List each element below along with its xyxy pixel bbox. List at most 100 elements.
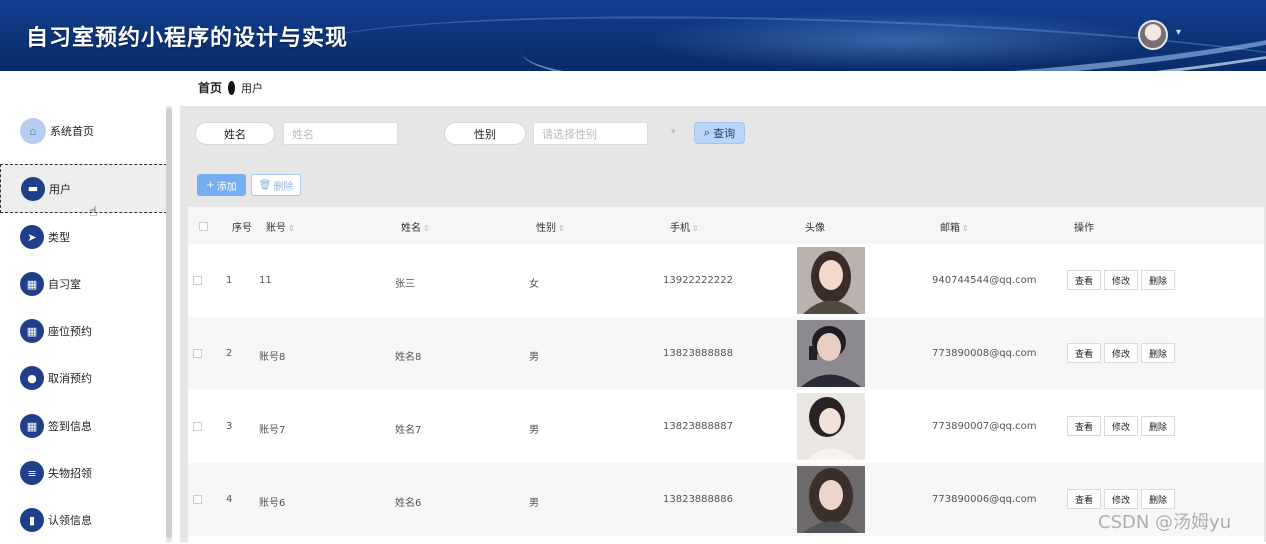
cell-index: 3	[226, 421, 233, 432]
delete-button[interactable]: 🗑 删除	[251, 174, 301, 196]
cell-email: 773890006@qq.com	[932, 494, 1037, 505]
user-avatar-photo	[797, 466, 865, 533]
column-header-phone[interactable]: 手机 ⇕	[670, 219, 699, 234]
main-content: 姓名 姓名 性别 请选择性别 ▾ ⌕ 查询 + 添加 🗑 删除 序号 账号 ⇕ 姓…	[180, 106, 1266, 542]
table-header: 序号 账号 ⇕ 姓名 ⇕ 性别 ⇕ 手机 ⇕ 头像 邮箱 ⇕ 操作	[188, 207, 1264, 244]
sidebar-item-claims[interactable]: ▮ 认领信息	[0, 496, 172, 544]
cell-name: 姓名8	[395, 352, 422, 363]
sidebar-item-lost-found[interactable]: ≡ 失物招领	[0, 449, 172, 497]
user-table: 序号 账号 ⇕ 姓名 ⇕ 性别 ⇕ 手机 ⇕ 头像 邮箱 ⇕ 操作 1 11 张三 女 1…	[188, 207, 1264, 542]
edit-button[interactable]: 修改	[1104, 343, 1138, 363]
user-avatar-photo	[797, 320, 865, 387]
column-header-name[interactable]: 姓名 ⇕	[401, 219, 430, 234]
user-avatar[interactable]	[1138, 20, 1168, 50]
column-label: 账号	[266, 223, 286, 234]
breadcrumb-current: 用户	[241, 81, 264, 95]
cell-name: 姓名7	[395, 425, 422, 436]
delete-row-button[interactable]: 删除	[1141, 343, 1175, 363]
sidebar-item-label: 类型	[48, 231, 70, 244]
sidebar-item-checkin[interactable]: ▦ 签到信息	[0, 402, 172, 450]
query-label: 查询	[713, 127, 736, 140]
caret-down-icon[interactable]: ▾	[1176, 27, 1181, 38]
sidebar-item-label: 认领信息	[48, 514, 92, 527]
delete-label: 删除	[273, 181, 294, 193]
row-checkbox[interactable]	[193, 349, 202, 358]
name-input[interactable]: 姓名	[283, 122, 398, 145]
cell-gender: 男	[529, 498, 539, 509]
add-label: 添加	[216, 181, 237, 193]
sidebar-item-users[interactable]: ▬ 用户	[0, 164, 172, 213]
sidebar: ⌂ 系统首页 ▬ 用户 ➤ 类型 ▦ 自习室 ▦ 座位预约 ● 取消预约 ▦ 签…	[0, 106, 172, 542]
add-button[interactable]: + 添加	[197, 174, 246, 196]
cell-account: 账号8	[259, 352, 286, 363]
column-header-index: 序号	[232, 223, 252, 234]
table-row: 2 账号8 姓名8 男 13823888888 773890008@qq.com…	[188, 317, 1264, 390]
sidebar-item-label: 用户	[49, 182, 71, 196]
sidebar-item-label: 自习室	[48, 278, 81, 291]
user-icon: ●	[20, 366, 44, 390]
sidebar-item-home[interactable]: ⌂ 系统首页	[0, 107, 172, 155]
app-header: 自习室预约小程序的设计与实现 ▾	[0, 0, 1266, 71]
sidebar-item-label: 失物招领	[48, 467, 92, 480]
row-checkbox[interactable]	[193, 495, 202, 504]
plus-icon: +	[206, 179, 215, 191]
cell-account: 账号7	[259, 425, 286, 436]
select-all-checkbox[interactable]	[199, 222, 208, 231]
delete-row-button[interactable]: 删除	[1141, 416, 1175, 436]
sidebar-item-study-rooms[interactable]: ▦ 自习室	[0, 260, 172, 308]
sidebar-item-cancel-booking[interactable]: ● 取消预约	[0, 354, 172, 402]
cell-account: 11	[259, 275, 272, 286]
column-header-account[interactable]: 账号 ⇕	[266, 219, 295, 234]
row-checkbox[interactable]	[193, 422, 202, 431]
cell-name: 姓名6	[395, 498, 422, 509]
sidebar-scrollbar[interactable]	[166, 106, 172, 542]
user-avatar-photo	[797, 393, 865, 460]
sort-icon[interactable]: ⇕	[692, 224, 699, 233]
cell-account: 账号6	[259, 498, 286, 509]
search-bar: 姓名 姓名 性别 请选择性别 ▾ ⌕ 查询	[180, 106, 1266, 166]
column-header-email[interactable]: 邮箱 ⇕	[940, 219, 969, 234]
sidebar-item-seat-booking[interactable]: ▦ 座位预约	[0, 307, 172, 355]
view-button[interactable]: 查看	[1067, 416, 1101, 436]
delete-row-button[interactable]: 删除	[1141, 489, 1175, 509]
edit-button[interactable]: 修改	[1104, 270, 1138, 290]
gender-label: 性别	[444, 122, 526, 145]
view-button[interactable]: 查看	[1067, 343, 1101, 363]
edit-button[interactable]: 修改	[1104, 489, 1138, 509]
sidebar-item-types[interactable]: ➤ 类型	[0, 213, 172, 261]
query-button[interactable]: ⌕ 查询	[694, 122, 745, 144]
grid-icon: ▦	[20, 272, 44, 296]
delete-row-button[interactable]: 删除	[1141, 270, 1175, 290]
sort-icon[interactable]: ⇕	[558, 224, 565, 233]
column-header-actions: 操作	[1074, 223, 1094, 234]
cell-phone: 13823888888	[663, 348, 733, 359]
list-icon: ≡	[20, 461, 44, 485]
view-button[interactable]: 查看	[1067, 489, 1101, 509]
scrollbar-thumb[interactable]	[166, 108, 172, 538]
search-icon: ⌕	[703, 126, 711, 139]
sort-icon[interactable]: ⇕	[423, 224, 430, 233]
breadcrumb-home[interactable]: 首页	[198, 79, 222, 96]
column-header-gender[interactable]: 性别 ⇕	[536, 219, 565, 234]
app-title: 自习室预约小程序的设计与实现	[26, 26, 349, 51]
sort-icon[interactable]: ⇕	[288, 224, 295, 233]
cell-gender: 男	[529, 425, 539, 436]
breadcrumb-separator-icon	[228, 80, 236, 95]
chevron-down-icon[interactable]: ▾	[671, 127, 676, 137]
row-checkbox[interactable]	[193, 276, 202, 285]
cell-phone: 13922222222	[663, 275, 733, 286]
table-row: 1 11 张三 女 13922222222 940744544@qq.com 查…	[188, 244, 1264, 317]
sort-icon[interactable]: ⇕	[962, 224, 969, 233]
edit-button[interactable]: 修改	[1104, 416, 1138, 436]
watermark: CSDN @汤姆yu	[1098, 512, 1232, 533]
house-icon: ⌂	[20, 118, 46, 144]
cell-index: 4	[226, 494, 233, 505]
view-button[interactable]: 查看	[1067, 270, 1101, 290]
column-label: 手机	[670, 223, 690, 234]
sidebar-item-label: 座位预约	[48, 325, 92, 338]
column-label: 邮箱	[940, 223, 960, 234]
sidebar-item-label: 取消预约	[48, 372, 92, 385]
cell-gender: 男	[529, 352, 539, 363]
gender-select[interactable]: 请选择性别	[533, 122, 648, 145]
column-header-avatar: 头像	[805, 223, 825, 234]
